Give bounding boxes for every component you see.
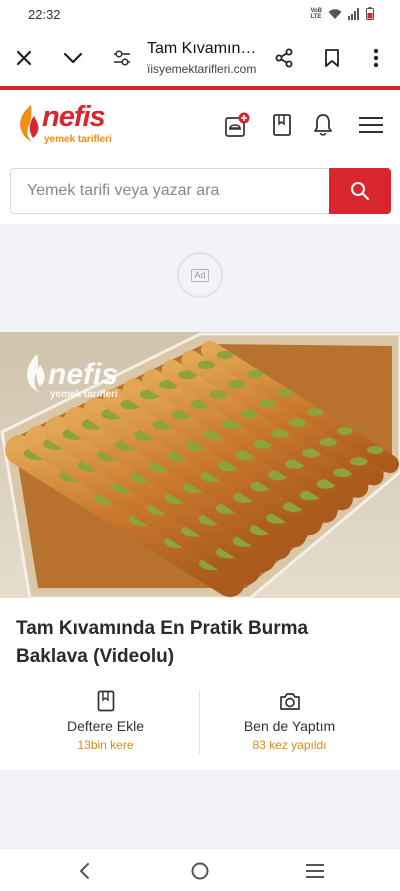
system-nav-bar	[0, 848, 400, 891]
battery-icon	[366, 7, 374, 20]
watermark-subtitle: yemek tarifleri	[50, 389, 118, 400]
recipe-image[interactable]: nefis yemek tarifleri	[0, 332, 400, 598]
search-button[interactable]	[329, 168, 391, 214]
status-icons: VoB LTE	[310, 7, 374, 20]
close-icon[interactable]	[10, 44, 38, 72]
pistachio-topping	[276, 389, 294, 397]
recent-apps-icon[interactable]	[301, 857, 329, 885]
baklava-photo: nefis yemek tarifleri	[0, 332, 400, 598]
site-logo[interactable]: nefis yemek tarifleri	[18, 101, 128, 148]
menu-icon[interactable]	[358, 112, 384, 138]
camera-icon	[190, 688, 389, 714]
recipe-actions: Deftere Ekle 13bin kere Ben de Yaptım 83…	[0, 688, 400, 758]
pistachio-topping	[306, 408, 324, 416]
ad-area: Ad	[0, 224, 400, 332]
back-icon[interactable]	[70, 857, 98, 885]
add-to-notebook-button[interactable]: Deftere Ekle 13bin kere	[6, 688, 205, 758]
logo-subtitle: yemek tarifleri	[44, 134, 112, 145]
signal-icon	[348, 7, 359, 20]
search-input[interactable]	[11, 169, 329, 213]
share-icon[interactable]	[270, 44, 298, 72]
status-bar: 22:32 VoB LTE	[0, 0, 400, 30]
page-settings-icon[interactable]	[108, 44, 136, 72]
chevron-down-icon[interactable]	[59, 44, 87, 72]
notebook-icon[interactable]	[269, 112, 295, 138]
content-spacer	[0, 770, 400, 848]
ad-badge: Ad	[177, 252, 223, 298]
flame-icon	[20, 105, 39, 142]
browser-toolbar: Tam Kıvamın… ïisyemektarifleri.com	[0, 30, 400, 86]
action-label: Deftere Ekle	[66, 718, 145, 734]
status-time: 22:32	[28, 7, 61, 22]
wifi-icon	[328, 8, 342, 19]
bookmark-icon[interactable]	[318, 44, 346, 72]
pistachio-topping	[216, 351, 234, 359]
home-icon[interactable]	[186, 857, 214, 885]
page-title[interactable]: Tam Kıvamın…	[147, 40, 256, 58]
recipe-title: Tam Kıvamında En Pratik Burma Baklava (V…	[16, 618, 309, 667]
notebook-icon	[6, 688, 205, 714]
pistachio-topping	[336, 427, 354, 435]
pistachio-topping	[366, 446, 384, 454]
search-icon	[351, 182, 370, 201]
pistachio-topping	[246, 370, 264, 378]
network-type: VoB LTE	[310, 8, 322, 20]
more-vertical-icon[interactable]	[362, 44, 390, 72]
page-url[interactable]: ïisyemektarifleri.com	[147, 62, 256, 76]
action-count: 83 kez yapıldı	[252, 738, 327, 752]
i-made-it-button[interactable]: Ben de Yaptım 83 kez yapıldı	[190, 688, 389, 758]
watermark-word: nefis	[48, 358, 118, 391]
add-recipe-icon[interactable]	[224, 112, 250, 138]
search-bar	[10, 168, 391, 214]
site-header: nefis yemek tarifleri	[0, 90, 400, 160]
action-count: 13bin kere	[77, 738, 134, 752]
action-label: Ben de Yaptım	[243, 718, 336, 734]
ad-label: Ad	[191, 268, 209, 282]
network-type-bottom: LTE	[310, 13, 322, 20]
bell-icon[interactable]	[310, 112, 336, 138]
logo-word: nefis	[42, 101, 106, 133]
